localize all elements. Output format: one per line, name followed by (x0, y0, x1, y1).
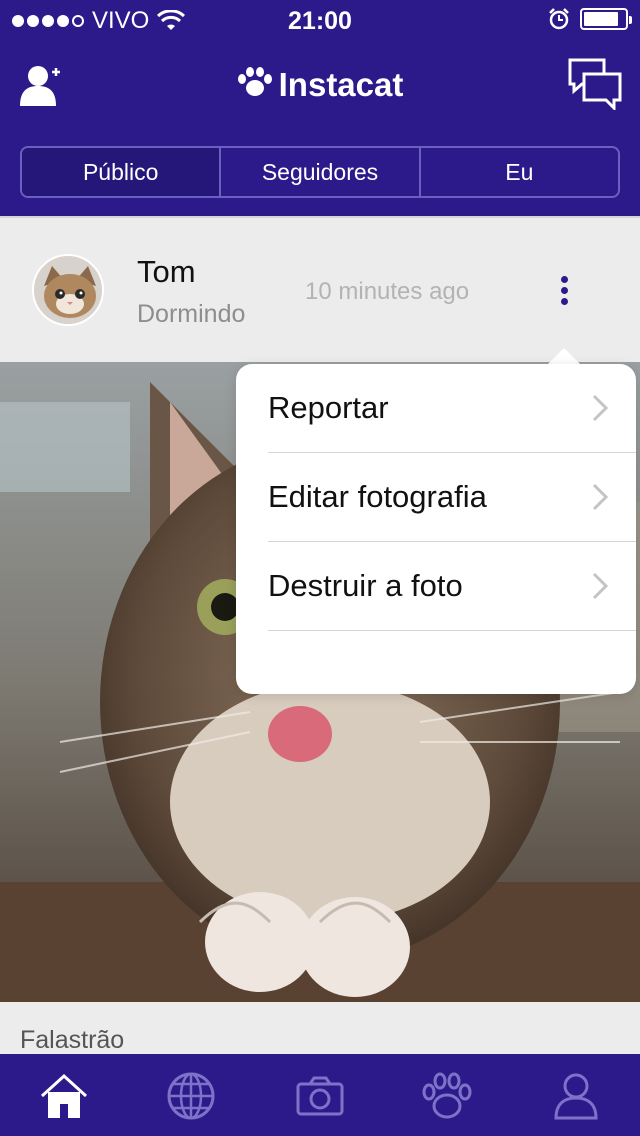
popover-arrow (548, 348, 580, 364)
post-header: Tom Dormindo 10 minutes ago (0, 216, 640, 362)
top-header: VIVO 21:00 Instacat Público Seguidores E… (0, 0, 640, 216)
paw-icon (237, 67, 272, 96)
avatar[interactable] (32, 254, 104, 326)
status-time: 21:00 (288, 7, 352, 35)
more-dot (560, 275, 568, 283)
profile-icon[interactable] (550, 1070, 602, 1122)
more-dot (560, 286, 568, 294)
camera-icon[interactable] (294, 1070, 346, 1122)
post-user-name[interactable]: Tom (137, 254, 196, 290)
app-title: Instacat (0, 66, 640, 104)
kitten-avatar-image (34, 256, 102, 324)
more-options-button[interactable] (552, 270, 576, 310)
menu-item-label: Reportar (268, 390, 389, 425)
app-title-text: Instacat (278, 66, 404, 103)
options-popover-menu: Reportar Editar fotografia Destruir a fo… (236, 364, 636, 694)
chevron-right-icon (592, 394, 608, 422)
feed-segmented-control: Público Seguidores Eu (20, 146, 620, 198)
post-user-status: Dormindo (137, 300, 246, 328)
menu-item-reportar[interactable]: Reportar (268, 364, 636, 453)
chevron-right-icon (592, 572, 608, 600)
tab-publico[interactable]: Público (22, 148, 222, 196)
more-dot (560, 297, 568, 305)
bottom-tab-bar (0, 1054, 640, 1136)
tab-seguidores[interactable]: Seguidores (221, 148, 421, 196)
caption-bar: Falastrão (0, 1002, 640, 1054)
status-right (548, 8, 632, 30)
status-bar: VIVO 21:00 (0, 0, 640, 40)
globe-icon[interactable] (165, 1070, 217, 1122)
menu-item-label: Editar fotografia (268, 479, 487, 514)
battery-icon (580, 8, 632, 30)
home-icon[interactable] (38, 1070, 90, 1122)
post-caption: Falastrão (20, 1026, 125, 1054)
post-timestamp: 10 minutes ago (305, 278, 470, 305)
navbar: Instacat (0, 40, 640, 130)
paw-icon[interactable] (421, 1070, 473, 1122)
menu-item-destruir-a-foto[interactable]: Destruir a foto (268, 542, 636, 631)
chevron-right-icon (592, 483, 608, 511)
tab-eu[interactable]: Eu (421, 148, 618, 196)
menu-item-editar-fotografia[interactable]: Editar fotografia (268, 453, 636, 542)
messages-icon[interactable] (568, 58, 622, 110)
menu-item-label: Destruir a foto (268, 568, 463, 603)
alarm-icon (549, 8, 569, 30)
